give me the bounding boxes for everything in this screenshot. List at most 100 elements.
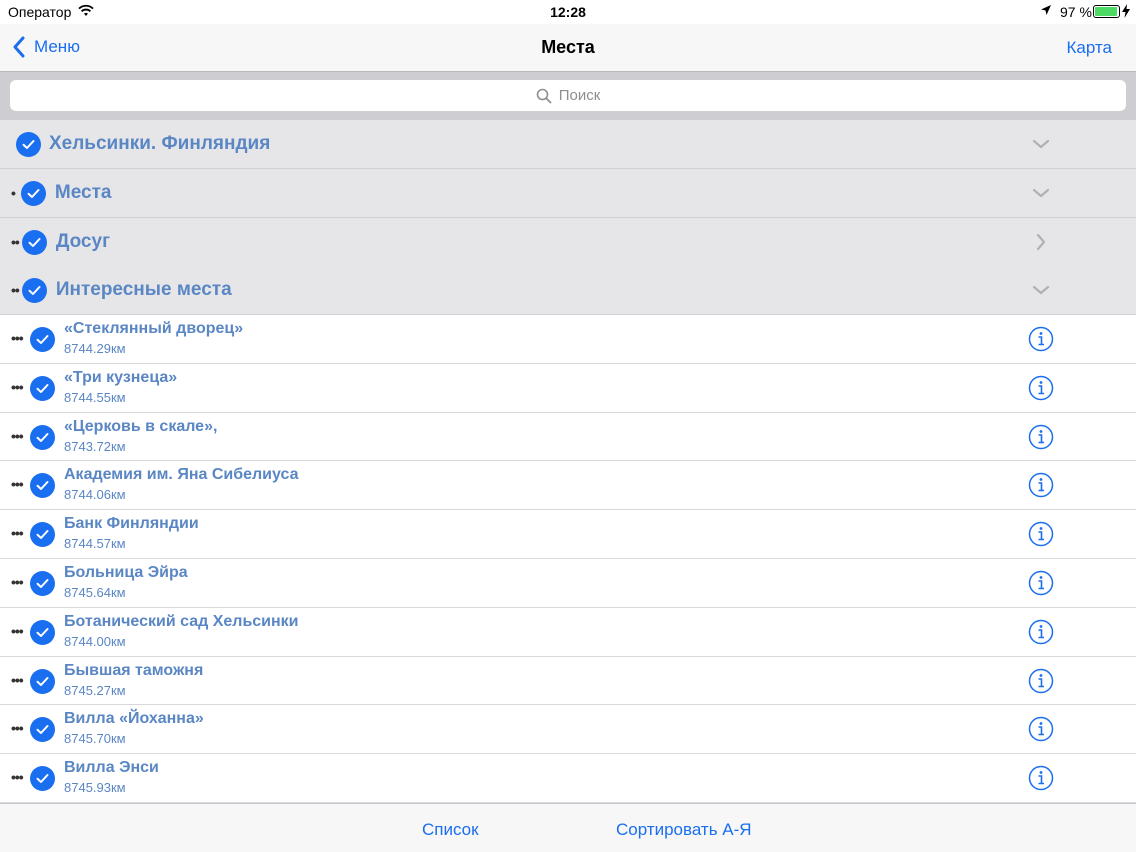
place-text: Больница Эйра 8745.64км — [64, 564, 188, 600]
group-row-sights[interactable]: •• Интересные места — [0, 266, 1136, 315]
info-icon[interactable] — [1028, 570, 1054, 596]
info-icon[interactable] — [1028, 375, 1054, 401]
checkmark-icon[interactable] — [30, 327, 55, 352]
group-row-places[interactable]: • Места — [0, 169, 1136, 218]
place-text: Ботанический сад Хельсинки 8744.00км — [64, 613, 299, 649]
list-item[interactable]: ••• Банк Финляндии 8744.57км — [0, 510, 1136, 559]
search-icon — [536, 88, 552, 103]
place-name: Вилла Энси — [64, 759, 159, 777]
map-button[interactable]: Карта — [1067, 38, 1113, 58]
indent-dots: ••• — [11, 622, 24, 639]
search-placeholder: Поиск — [558, 87, 601, 104]
place-text: Вилла Энси 8745.93км — [64, 759, 159, 795]
indent-dots: ••• — [11, 427, 24, 444]
place-distance: 8745.93км — [64, 780, 126, 796]
indent-dots: ••• — [11, 330, 24, 346]
list-item[interactable]: ••• Вилла Энси 8745.93км — [0, 754, 1136, 803]
list-item[interactable]: ••• Академия им. Яна Сибелиуса 8744.06км — [0, 461, 1136, 511]
place-distance: 8744.29км — [64, 341, 126, 356]
checkmark-icon[interactable] — [30, 668, 55, 694]
chevron-down-icon[interactable] — [1032, 184, 1050, 202]
place-name: «Стеклянный дворец» — [64, 320, 244, 337]
checkmark-icon[interactable] — [30, 473, 55, 499]
search-bar: Поиск — [0, 71, 1136, 120]
checkmark-icon[interactable] — [21, 229, 47, 255]
list-item[interactable]: ••• Вилла «Йоханна» 8745.70км — [0, 705, 1136, 755]
bottom-toolbar: Список Сортировать А-Я — [0, 803, 1136, 852]
place-name: Академия им. Яна Сибелиуса — [64, 466, 299, 484]
chevron-down-icon[interactable] — [1032, 281, 1050, 299]
page-title: Места — [541, 37, 595, 57]
group-row-leisure[interactable]: •• Досуг — [0, 218, 1136, 267]
indent-dots: •• — [11, 234, 20, 250]
info-icon[interactable] — [1028, 716, 1054, 742]
checkmark-icon[interactable] — [30, 375, 55, 401]
indent-dots: • — [11, 185, 16, 201]
info-icon[interactable] — [1028, 521, 1054, 547]
place-text: «Церковь в скале», 8743.72км — [64, 418, 217, 454]
info-icon[interactable] — [1028, 619, 1054, 645]
charging-bolt-icon — [1122, 4, 1130, 18]
chevron-right-icon[interactable] — [1032, 233, 1050, 251]
search-input[interactable]: Поиск — [10, 80, 1126, 111]
place-name: Банк Финляндии — [64, 515, 199, 533]
chevron-down-icon[interactable] — [1032, 135, 1050, 153]
place-text: Вилла «Йоханна» 8745.70км — [64, 710, 204, 746]
indent-dots: ••• — [11, 378, 24, 395]
info-icon[interactable] — [1028, 326, 1054, 352]
indent-dots: ••• — [11, 671, 24, 688]
checkmark-icon[interactable] — [16, 131, 41, 157]
battery-level — [1095, 7, 1118, 16]
list-item[interactable]: ••• Больница Эйра 8745.64км — [0, 558, 1136, 608]
indent-dots: ••• — [11, 525, 24, 542]
indent-dots: •• — [11, 282, 20, 298]
group-label: Досуг — [55, 231, 110, 252]
place-distance: 8745.27км — [64, 682, 126, 698]
place-distance: 8745.70км — [64, 731, 126, 747]
list-button[interactable]: Список — [422, 820, 479, 840]
navigation-bar: Меню Места Карта — [0, 24, 1136, 71]
list-item[interactable]: ••• Ботанический сад Хельсинки 8744.00км — [0, 607, 1136, 657]
battery-percent: 97 % — [1060, 4, 1092, 20]
checkmark-icon[interactable] — [30, 424, 55, 450]
indent-dots: ••• — [11, 769, 24, 786]
indent-dots: ••• — [11, 573, 24, 590]
checkmark-icon[interactable] — [30, 619, 55, 645]
place-name: Больница Эйра — [64, 563, 188, 581]
checkmark-icon[interactable] — [20, 180, 46, 206]
info-icon[interactable] — [1028, 424, 1054, 450]
checkmark-icon[interactable] — [30, 522, 55, 548]
info-icon[interactable] — [1028, 668, 1054, 694]
clock: 12:28 — [550, 4, 586, 20]
place-text: Бывшая таможня 8745.27км — [64, 662, 203, 698]
list-item[interactable]: ••• «Церковь в скале», 8743.72км — [0, 412, 1136, 462]
place-name: Ботанический сад Хельсинки — [64, 612, 299, 630]
place-distance: 8744.55км — [64, 389, 126, 405]
place-distance: 8744.06км — [64, 487, 126, 503]
checkmark-icon[interactable] — [21, 277, 47, 303]
status-bar: Оператор 12:28 97 % — [0, 0, 1136, 24]
indent-dots: ••• — [11, 476, 24, 493]
list-item[interactable]: ••• «Стеклянный дворец» 8744.29км — [0, 315, 1136, 364]
place-name: «Три кузнеца» — [64, 368, 178, 386]
place-text: «Три кузнеца» 8744.55км — [64, 369, 177, 405]
indent-dots: ••• — [11, 720, 24, 737]
sort-button[interactable]: Сортировать А-Я — [616, 820, 752, 840]
place-distance: 8743.72км — [64, 438, 126, 454]
checkmark-icon[interactable] — [30, 717, 55, 743]
location-arrow-icon — [1041, 5, 1051, 15]
group-label: Хельсинки. Финляндия — [49, 133, 271, 154]
list-item[interactable]: ••• Бывшая таможня 8745.27км — [0, 656, 1136, 706]
checkmark-icon[interactable] — [30, 766, 55, 792]
place-distance: 8744.00км — [64, 633, 126, 649]
battery-icon — [1093, 5, 1120, 18]
place-text: «Стеклянный дворец» 8744.29км — [64, 320, 243, 356]
info-icon[interactable] — [1028, 472, 1054, 498]
place-distance: 8744.57км — [64, 536, 126, 552]
place-distance: 8745.64км — [64, 584, 126, 600]
group-row-helsinki[interactable]: Хельсинки. Финляндия — [0, 120, 1136, 169]
checkmark-icon[interactable] — [30, 570, 55, 596]
info-icon[interactable] — [1028, 765, 1054, 791]
list-item[interactable]: ••• «Три кузнеца» 8744.55км — [0, 363, 1136, 413]
place-text: Банк Финляндии 8744.57км — [64, 515, 199, 551]
